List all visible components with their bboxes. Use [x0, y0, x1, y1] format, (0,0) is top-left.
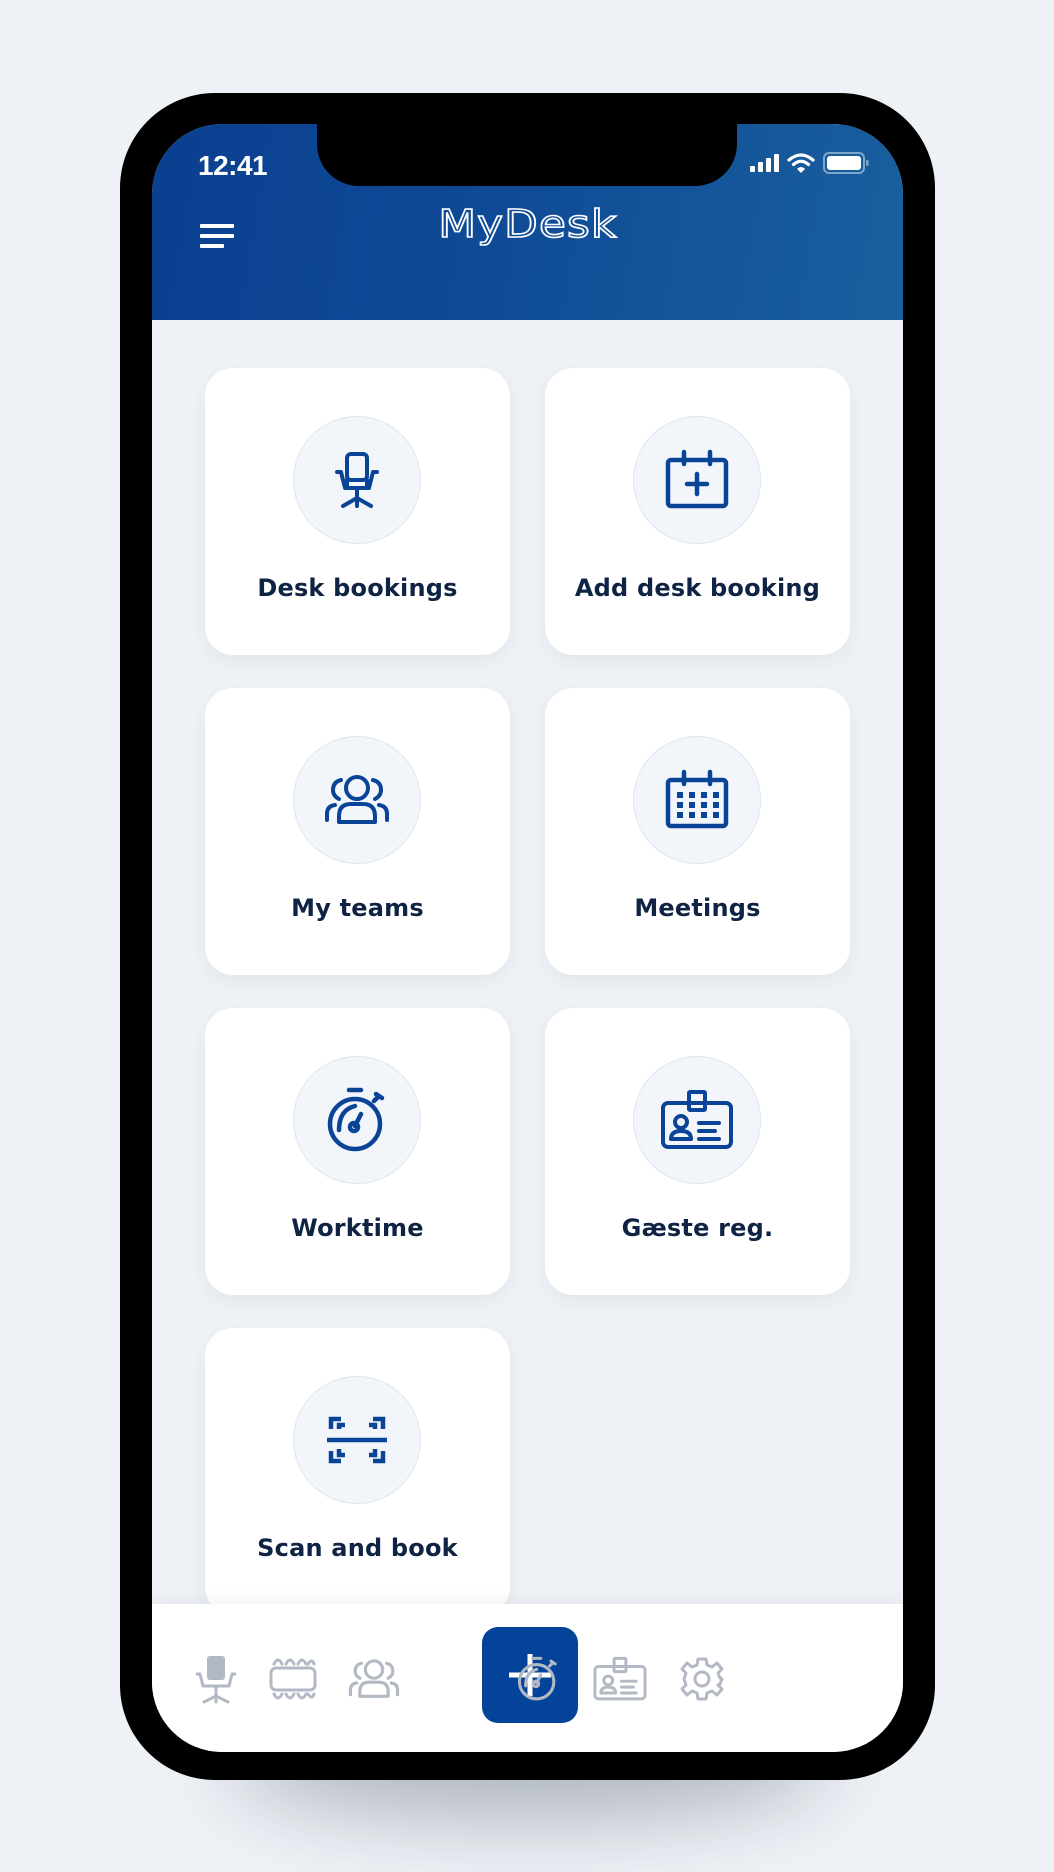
- nav-desk-bookings[interactable]: [186, 1649, 246, 1709]
- tile-guest-registration[interactable]: Gæste reg.: [545, 1008, 850, 1295]
- id-badge-icon: [661, 1090, 733, 1149]
- app-logo: MyDesk: [152, 201, 903, 247]
- tile-desk-bookings[interactable]: Desk bookings: [205, 368, 510, 655]
- tile-label: My teams: [291, 894, 424, 922]
- tile-worktime[interactable]: Worktime: [205, 1008, 510, 1295]
- tile-icon-circle: [293, 736, 421, 864]
- nav-my-teams[interactable]: [344, 1649, 404, 1709]
- office-chair-icon: [196, 1656, 236, 1704]
- nav-worktime[interactable]: [508, 1649, 568, 1709]
- tile-icon-circle: [293, 1376, 421, 1504]
- team-icon: [348, 1659, 400, 1698]
- nav-settings[interactable]: [672, 1649, 732, 1709]
- gear-icon: [680, 1657, 724, 1701]
- tile-icon-circle: [633, 736, 761, 864]
- tile-my-teams[interactable]: My teams: [205, 688, 510, 975]
- tile-meetings[interactable]: Meetings: [545, 688, 850, 975]
- tile-icon-circle: [293, 1056, 421, 1184]
- signal-icon: [750, 154, 779, 172]
- office-chair-icon: [335, 452, 379, 508]
- app-title: MyDesk: [437, 201, 618, 247]
- device-notch: [317, 124, 737, 186]
- bottom-nav: [152, 1604, 903, 1752]
- tile-icon-circle: [633, 1056, 761, 1184]
- tile-label: Gæste reg.: [621, 1214, 774, 1242]
- tile-icon-circle: [633, 416, 761, 544]
- app-header: 12:41 MyDesk: [152, 124, 903, 320]
- tile-icon-circle: [293, 416, 421, 544]
- tile-label: Worktime: [291, 1214, 424, 1242]
- calendar-plus-icon: [665, 449, 729, 509]
- stopwatch-icon: [517, 1656, 557, 1701]
- tile-label: Add desk booking: [574, 574, 821, 602]
- id-badge-icon: [593, 1656, 647, 1701]
- status-time: 12:41: [198, 150, 268, 181]
- tile-label: Meetings: [634, 894, 761, 922]
- team-icon: [325, 775, 389, 824]
- meeting-table-icon: [269, 1658, 317, 1700]
- tile-label: Desk bookings: [257, 574, 458, 602]
- calendar-grid-icon: [665, 769, 729, 829]
- tile-label: Scan and book: [257, 1534, 458, 1562]
- nav-meetings[interactable]: [263, 1649, 323, 1709]
- scan-icon: [327, 1416, 387, 1464]
- phone-frame: 12:41 MyDesk Desk bookings Add desk book…: [120, 93, 935, 1780]
- tile-add-desk-booking[interactable]: Add desk booking: [545, 368, 850, 655]
- tile-scan-and-book[interactable]: Scan and book: [205, 1328, 510, 1615]
- wifi-icon: [787, 153, 815, 173]
- battery-icon: [823, 152, 869, 174]
- stopwatch-icon: [327, 1087, 385, 1152]
- status-icons: [749, 152, 869, 174]
- app-screen: 12:41 MyDesk Desk bookings Add desk book…: [152, 124, 903, 1752]
- nav-guest-registration[interactable]: [590, 1649, 650, 1709]
